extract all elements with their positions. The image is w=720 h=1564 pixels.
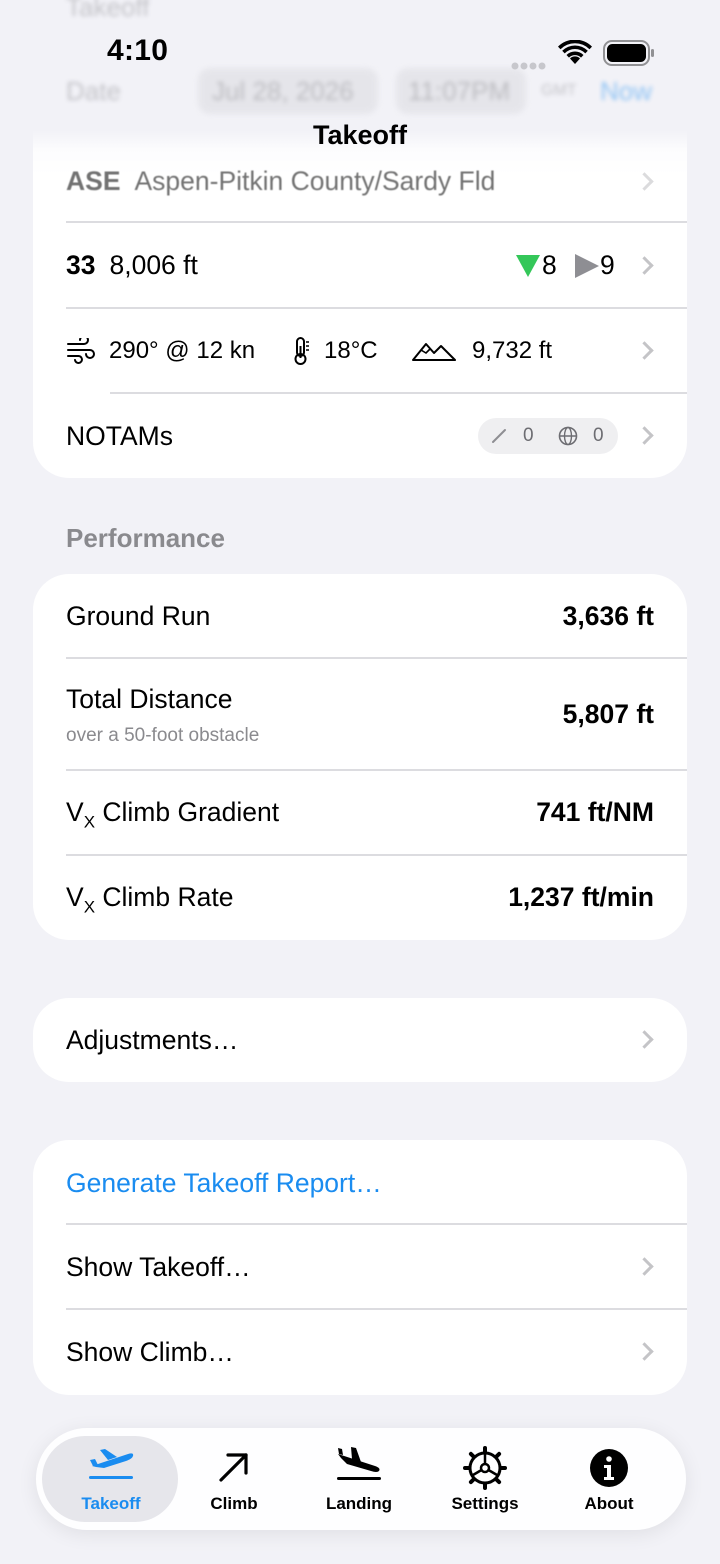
ghost-now: Now — [600, 76, 653, 106]
runway-number: 33 — [66, 250, 96, 280]
vx-subscript: X — [83, 812, 96, 832]
chevron-right-icon — [635, 341, 654, 360]
vx-rate-label: VX Climb Rate — [66, 882, 233, 917]
chevron-right-icon — [635, 1342, 654, 1361]
vx-rate-text: Climb Rate — [95, 882, 234, 912]
tab-climb-label: Climb — [210, 1494, 258, 1513]
runway-length: 8,006 ft — [109, 250, 198, 280]
airport-row[interactable]: ASE Aspen-Pitkin County/Sardy Fld — [33, 150, 687, 223]
tab-climb[interactable]: Climb — [172, 1428, 296, 1530]
takeoff-icon — [89, 1449, 134, 1479]
generate-report-button[interactable]: Generate Takeoff Report… — [33, 1140, 687, 1225]
vx-gradient-text: Climb Gradient — [95, 797, 280, 827]
chevron-right-icon — [635, 1030, 654, 1049]
density-altitude-value: 9,732 ft — [472, 337, 553, 364]
performance-card: Ground Run 3,636 ft Total Distance over … — [33, 574, 687, 940]
total-distance-row: Total Distance over a 50-foot obstacle 5… — [33, 658, 687, 771]
show-takeoff-label: Show Takeoff… — [66, 1252, 251, 1282]
battery-icon — [603, 40, 655, 71]
gear-icon — [463, 1446, 507, 1490]
ghost-section-title: Takeoff — [66, 0, 150, 22]
chevron-right-icon — [635, 426, 654, 445]
wind-value: 290° @ 12 kn — [109, 337, 256, 364]
notams-label: NOTAMs — [66, 421, 173, 451]
ghost-date-label: Date — [66, 76, 121, 106]
vx-subscript: X — [83, 897, 96, 917]
status-time: 4:10 — [107, 34, 169, 67]
info-icon — [590, 1449, 628, 1487]
cellular-icon — [511, 57, 547, 70]
notams-local-count: 0 — [523, 425, 534, 446]
adjustments-row[interactable]: Adjustments… — [33, 998, 687, 1082]
nav-title: Takeoff — [312, 120, 407, 150]
actions-card: Generate Takeoff Report… Show Takeoff… S… — [33, 1140, 687, 1395]
headwind-value: 8 — [542, 250, 557, 280]
vx-rate-row: VX Climb Rate 1,237 ft/min — [33, 855, 687, 940]
total-distance-label: Total Distance — [66, 684, 233, 714]
notams-row[interactable]: NOTAMs 0 0 — [33, 393, 687, 478]
wind-icon — [67, 338, 95, 364]
show-takeoff-row[interactable]: Show Takeoff… — [33, 1224, 687, 1310]
crosswind-triangle-icon — [575, 254, 599, 278]
ghost-tz: GMT — [541, 82, 577, 99]
ground-run-value: 3,636 ft — [562, 601, 654, 631]
total-distance-value: 5,807 ft — [562, 699, 654, 729]
thermometer-icon — [294, 337, 309, 365]
tab-landing[interactable]: Landing — [297, 1428, 421, 1530]
performance-section-title: Performance — [66, 523, 225, 553]
globe-icon — [558, 426, 578, 446]
tab-settings-label: Settings — [451, 1494, 519, 1513]
temperature-value: 18°C — [324, 337, 378, 364]
tab-about[interactable]: About — [547, 1428, 671, 1530]
tab-takeoff[interactable]: Takeoff — [36, 1428, 186, 1530]
mountains-icon — [412, 343, 456, 361]
headwind-triangle-icon — [516, 255, 540, 277]
airport-name: Aspen-Pitkin County/Sardy Fld — [134, 165, 496, 196]
adjustments-label: Adjustments… — [66, 1025, 239, 1055]
show-climb-row[interactable]: Show Climb… — [33, 1309, 687, 1395]
generate-report-label: Generate Takeoff Report… — [66, 1168, 382, 1198]
show-climb-label: Show Climb… — [66, 1337, 234, 1367]
vx-rate-value: 1,237 ft/min — [508, 882, 654, 912]
vx-v: V — [66, 882, 84, 912]
runway-row[interactable]: 33 8,006 ft 8 9 — [33, 223, 687, 309]
vx-gradient-value: 741 ft/NM — [536, 797, 654, 827]
climb-arrow-icon — [219, 1453, 248, 1482]
airport-code: ASE — [66, 165, 121, 196]
vx-gradient-row: VX Climb Gradient 741 ft/NM — [33, 770, 687, 856]
wifi-icon — [558, 39, 592, 71]
vx-v: V — [66, 797, 84, 827]
vx-gradient-label: VX Climb Gradient — [66, 797, 279, 832]
tab-settings[interactable]: Settings — [423, 1428, 547, 1530]
ground-run-label: Ground Run — [66, 601, 211, 631]
tab-landing-label: Landing — [325, 1494, 393, 1513]
ghost-time: 11:07PM — [408, 76, 511, 106]
total-distance-sublabel: over a 50-foot obstacle — [66, 725, 260, 746]
tab-bar: Takeoff Climb Landing Settings About — [36, 1428, 686, 1530]
landing-icon — [337, 1447, 381, 1480]
weather-row[interactable]: 290° @ 12 kn 18°C 9,732 ft — [33, 308, 687, 394]
tab-about-label: About — [584, 1494, 634, 1513]
notams-global-count: 0 — [593, 425, 604, 446]
ground-run-row: Ground Run 3,636 ft — [33, 574, 687, 659]
notams-badge: 0 0 — [478, 418, 618, 454]
crosswind-value: 9 — [600, 250, 615, 280]
ghost-date: Jul 28, 2026 — [212, 76, 354, 106]
tab-takeoff-label: Takeoff — [81, 1494, 141, 1513]
pencil-icon — [492, 429, 506, 443]
chevron-right-icon — [635, 1257, 654, 1276]
